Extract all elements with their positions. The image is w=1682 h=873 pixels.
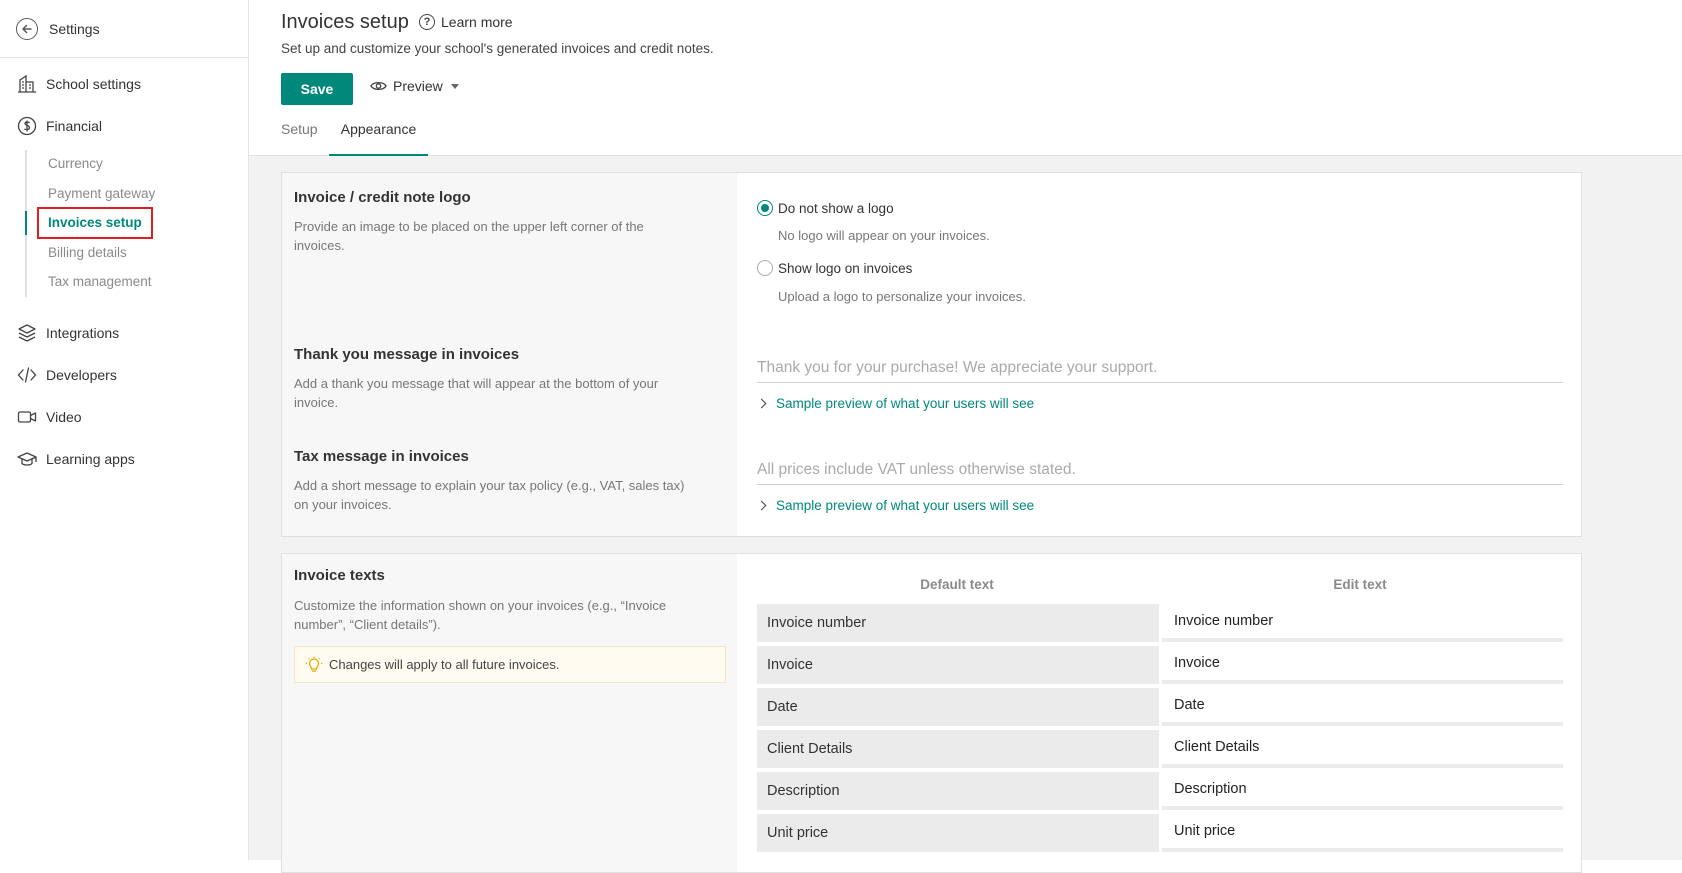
sidebar-item-label: Learning apps [46, 451, 135, 467]
learn-more-label: Learn more [441, 14, 513, 30]
tax-message-input[interactable] [757, 455, 1563, 485]
page-title: Invoices setup [281, 11, 409, 33]
sidebar-header: Settings [0, 0, 248, 58]
edit-text-input[interactable] [1162, 688, 1563, 726]
code-icon [17, 367, 37, 383]
sample-link-label: Sample preview of what your users will s… [776, 396, 1035, 411]
tax-section-description: Add a short message to explain your tax … [294, 478, 685, 512]
default-text-cell: Invoice [757, 646, 1159, 684]
preview-label: Preview [393, 78, 443, 94]
radio-label: Do not show a logo [778, 200, 894, 216]
main-content: Invoices setup ? Learn more Set up and c… [249, 0, 1682, 873]
radio-unchecked-icon [757, 260, 773, 276]
building-icon [18, 74, 36, 93]
caret-down-icon [450, 83, 459, 89]
settings-sidebar: Settings School settings Financial Curre… [0, 0, 249, 860]
thank-you-section-title: Thank you message in invoices [294, 346, 520, 363]
back-arrow-icon[interactable] [16, 17, 38, 40]
invoice-texts-card: Invoice texts Customize the information … [281, 553, 1582, 873]
sidebar-item-learning-apps[interactable]: Learning apps [17, 447, 135, 471]
sidebar-item-financial[interactable]: Financial [17, 114, 102, 138]
radio-label: Show logo on invoices [778, 260, 913, 276]
radio-no-logo[interactable]: Do not show a logo [757, 200, 894, 216]
table-row: Unit price [757, 814, 1563, 852]
column-header-default-text: Default text [920, 577, 994, 592]
sidebar-item-label: Video [46, 409, 82, 425]
tax-sample-preview-link[interactable]: Sample preview of what your users will s… [756, 498, 1035, 513]
tab-setup[interactable]: Setup [281, 121, 318, 156]
edit-text-input[interactable] [1162, 772, 1563, 810]
sidebar-subitem-invoices-setup[interactable]: Invoices setup [37, 207, 153, 239]
radio-help-text: Upload a logo to personalize your invoic… [778, 289, 1026, 304]
page-header: Invoices setup ? Learn more Set up and c… [249, 0, 1682, 156]
sidebar-item-developers[interactable]: Developers [17, 363, 117, 387]
notice-text: Changes will apply to all future invoice… [329, 657, 560, 672]
tab-appearance[interactable]: Appearance [329, 121, 428, 156]
column-header-edit-text: Edit text [1333, 577, 1387, 592]
radio-checked-icon [757, 200, 773, 216]
default-text-cell: Unit price [757, 814, 1159, 852]
video-icon [17, 411, 37, 423]
thank-you-sample-preview-link[interactable]: Sample preview of what your users will s… [756, 396, 1035, 411]
default-text-cell: Invoice number [757, 604, 1159, 642]
sidebar-item-label: Developers [46, 367, 117, 383]
thank-you-message-input[interactable] [757, 353, 1563, 383]
tax-section-title: Tax message in invoices [294, 448, 469, 465]
sidebar-title: Settings [49, 20, 100, 37]
future-invoices-notice: Changes will apply to all future invoice… [294, 646, 726, 683]
table-row: Invoice [757, 646, 1563, 684]
default-text-cell: Description [757, 772, 1159, 810]
sidebar-item-video[interactable]: Video [17, 405, 82, 429]
layers-icon [18, 324, 36, 342]
sidebar-subitem-tax-management[interactable]: Tax management [48, 272, 152, 292]
learn-more-link[interactable]: ? Learn more [419, 14, 513, 30]
eye-icon [370, 81, 387, 91]
table-row: Invoice number [757, 604, 1563, 642]
table-row: Date [757, 688, 1563, 726]
sidebar-item-label: School settings [46, 76, 141, 92]
chevron-right-icon [756, 398, 767, 409]
radio-show-logo[interactable]: Show logo on invoices [757, 260, 912, 276]
submenu-active-indicator [25, 211, 27, 235]
edit-text-input[interactable] [1162, 604, 1563, 642]
thank-you-section-description: Add a thank you message that will appear… [294, 376, 659, 410]
sidebar-subitem-payment-gateway[interactable]: Payment gateway [48, 184, 155, 204]
edit-text-input[interactable] [1162, 730, 1563, 768]
help-icon: ? [419, 14, 435, 30]
invoice-texts-title: Invoice texts [294, 567, 385, 584]
edit-text-input[interactable] [1162, 814, 1563, 852]
sidebar-item-label: Integrations [46, 325, 120, 341]
edit-text-input[interactable] [1162, 646, 1563, 684]
table-row: Client Details [757, 730, 1563, 768]
invoice-texts-description: Customize the information shown on your … [294, 598, 667, 632]
sidebar-subitem-currency[interactable]: Currency [48, 154, 103, 174]
save-button[interactable]: Save [281, 73, 353, 105]
appearance-settings-card: Invoice / credit note logo Provide an im… [281, 172, 1582, 537]
chevron-right-icon [756, 500, 767, 511]
sidebar-subitem-billing-details[interactable]: Billing details [48, 243, 127, 263]
logo-section-description: Provide an image to be placed on the upp… [294, 219, 644, 253]
dollar-icon [17, 116, 37, 136]
page-subtitle: Set up and customize your school's gener… [281, 41, 714, 56]
sidebar-item-integrations[interactable]: Integrations [17, 321, 119, 345]
sidebar-item-label: Financial [46, 118, 103, 134]
table-row: Description [757, 772, 1563, 810]
default-text-cell: Date [757, 688, 1159, 726]
radio-help-text: No logo will appear on your invoices. [778, 228, 990, 243]
lightbulb-icon [305, 656, 323, 672]
graduation-cap-icon [17, 452, 37, 466]
preview-dropdown[interactable]: Preview [370, 78, 459, 94]
sidebar-item-school-settings[interactable]: School settings [17, 72, 141, 96]
logo-section-title: Invoice / credit note logo [294, 189, 471, 206]
default-text-cell: Client Details [757, 730, 1159, 768]
sample-link-label: Sample preview of what your users will s… [776, 498, 1035, 513]
